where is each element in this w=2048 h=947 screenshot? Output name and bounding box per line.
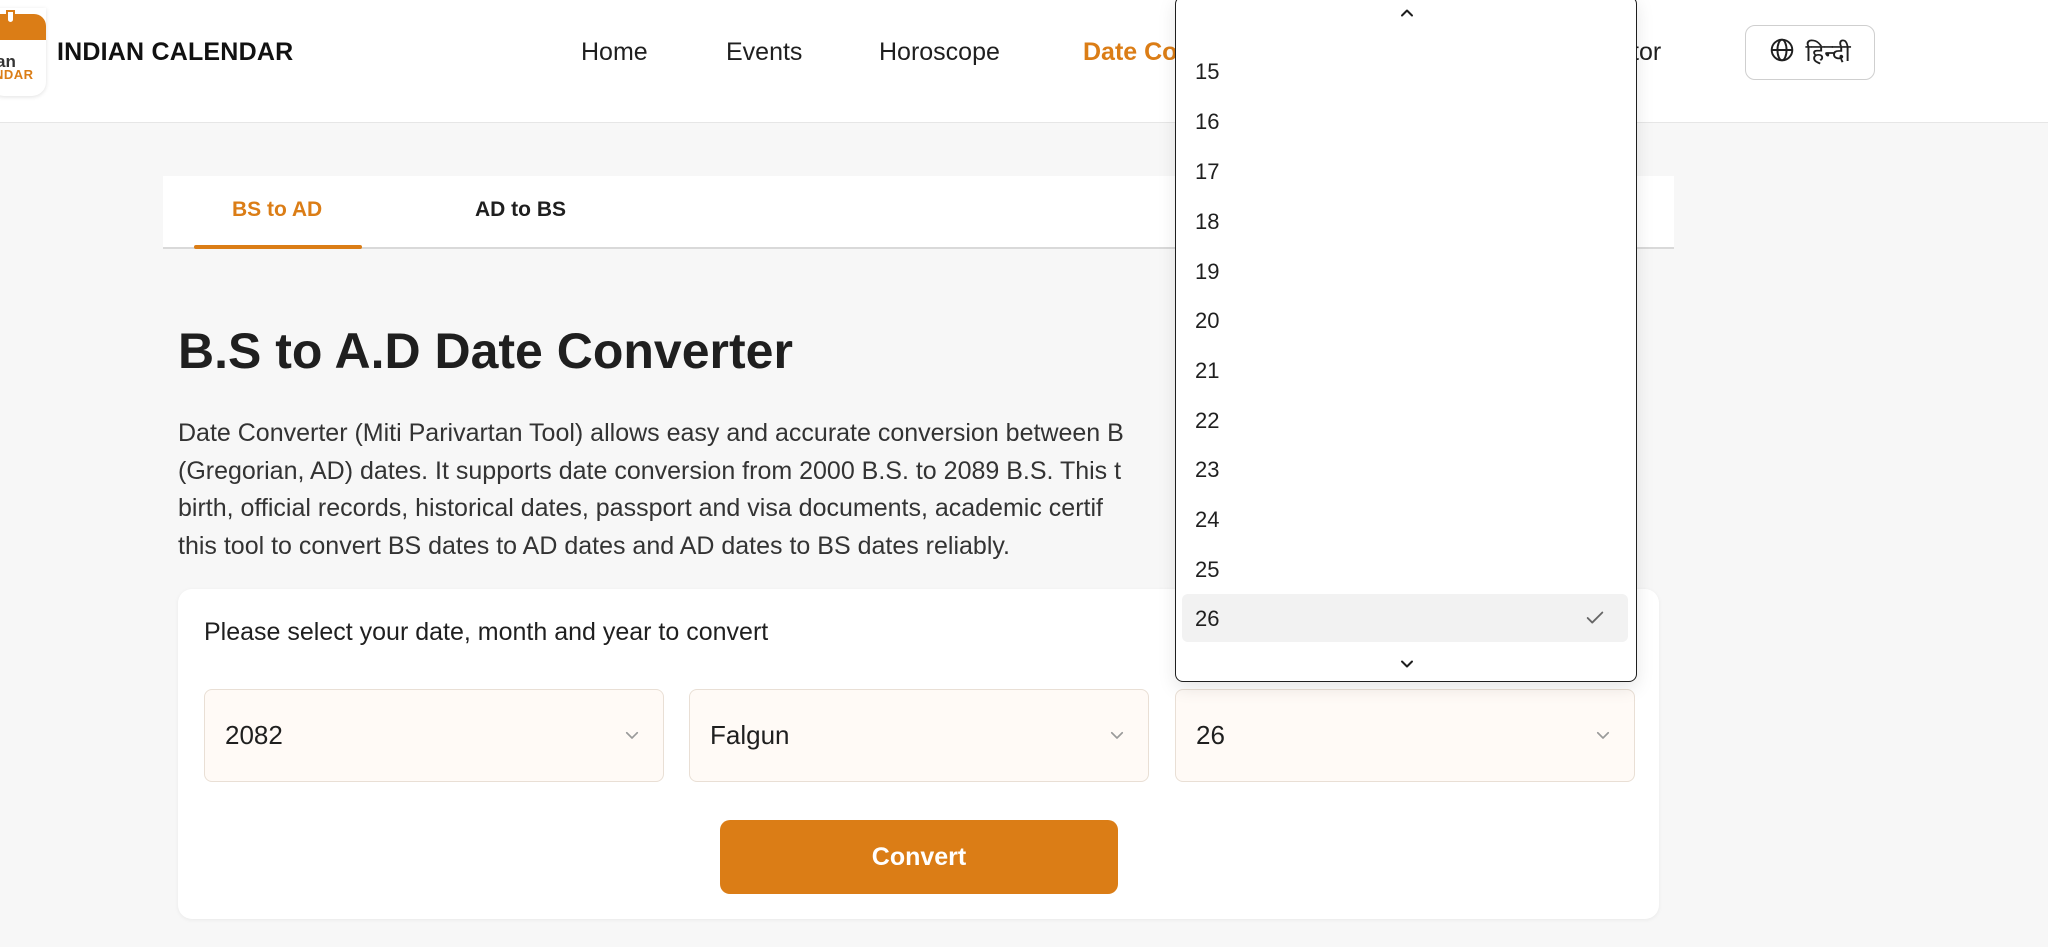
description-line: birth, official records, historical date… [178, 494, 1103, 522]
option-label: 17 [1195, 159, 1220, 184]
dropdown-option[interactable]: 19 [1182, 247, 1628, 295]
active-tab-indicator [194, 245, 362, 249]
option-label: 25 [1195, 557, 1220, 582]
option-label: 26 [1195, 606, 1220, 631]
dropdown-option[interactable]: 24 [1182, 495, 1628, 543]
nav-horoscope[interactable]: Horoscope [879, 38, 1000, 67]
nav-events[interactable]: Events [726, 38, 802, 67]
year-value: 2082 [225, 720, 283, 750]
month-value: Falgun [710, 720, 790, 750]
chevron-down-icon [1108, 726, 1126, 749]
dropdown-option[interactable]: 17 [1182, 147, 1628, 195]
day-select[interactable]: 26 [1175, 689, 1635, 782]
chevron-up-icon[interactable] [1397, 5, 1417, 26]
option-label: 18 [1195, 209, 1220, 234]
dropdown-option[interactable]: 15 [1182, 47, 1628, 95]
dropdown-option[interactable]: 22 [1182, 396, 1628, 444]
dropdown-option[interactable]: 25 [1182, 545, 1628, 593]
dropdown-option[interactable]: 16 [1182, 97, 1628, 145]
page-description: Date Converter (Miti Parivartan Tool) al… [178, 415, 1238, 565]
description-line: (Gregorian, AD) dates. It supports date … [178, 456, 1122, 485]
description-line: Date Converter (Miti Parivartan Tool) al… [178, 419, 1124, 447]
chevron-down-icon [1594, 726, 1612, 749]
tab-bs-to-ad[interactable]: BS to AD [232, 198, 322, 222]
site-header: an NDAR INDIAN CALENDAR Home Events Horo… [0, 0, 2048, 123]
option-label: 16 [1195, 109, 1220, 134]
logo[interactable]: an NDAR [0, 8, 46, 96]
dropdown-option[interactable]: 23 [1182, 445, 1628, 493]
brand-name[interactable]: INDIAN CALENDAR [57, 38, 293, 67]
month-select[interactable]: Falgun [689, 689, 1149, 782]
dropdown-option[interactable]: 18 [1182, 197, 1628, 245]
nav-date-converter[interactable]: Date Co [1083, 38, 1177, 67]
tab-ad-to-bs[interactable]: AD to BS [475, 198, 566, 222]
language-label: हिन्दी [1805, 39, 1851, 67]
chevron-down-icon [623, 726, 641, 749]
logo-text-bottom: NDAR [0, 67, 34, 82]
language-button[interactable]: हिन्दी [1745, 25, 1875, 80]
year-select[interactable]: 2082 [204, 689, 664, 782]
option-label: 24 [1195, 507, 1220, 532]
option-label: 15 [1195, 59, 1220, 84]
convert-button[interactable]: Convert [720, 820, 1118, 894]
globe-icon [1769, 37, 1795, 68]
chevron-down-icon[interactable] [1397, 656, 1417, 677]
option-label: 23 [1195, 457, 1220, 482]
option-label: 22 [1195, 408, 1220, 433]
nav-home[interactable]: Home [581, 38, 648, 67]
page-title: B.S to A.D Date Converter [178, 323, 793, 379]
option-label: 19 [1195, 259, 1220, 284]
option-label: 21 [1195, 358, 1220, 383]
option-label: 20 [1195, 308, 1220, 333]
check-icon [1584, 608, 1606, 633]
form-label: Please select your date, month and year … [204, 618, 769, 646]
dropdown-option[interactable]: 20 [1182, 296, 1628, 344]
dropdown-option[interactable]: 21 [1182, 346, 1628, 394]
dropdown-option-selected[interactable]: 26 [1182, 594, 1628, 642]
description-line: this tool to convert BS dates to AD date… [178, 531, 1010, 560]
logo-pin [6, 10, 15, 24]
day-value: 26 [1196, 720, 1225, 750]
